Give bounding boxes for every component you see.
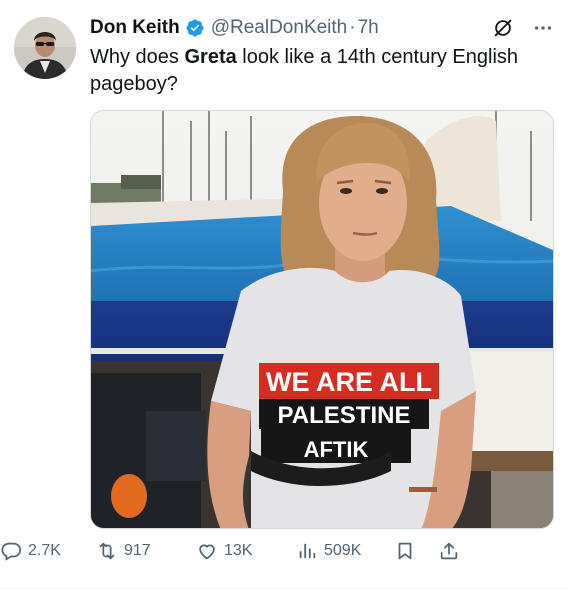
timestamp[interactable]: 7h [358, 17, 379, 39]
share-button[interactable] [438, 540, 460, 562]
tweet-header: Don Keith @RealDonKeith · 7h [90, 14, 554, 42]
shirt-text-line3: AFTIK [304, 437, 369, 462]
author-name[interactable]: Don Keith [90, 17, 180, 39]
retweet-button[interactable]: 917 [96, 540, 151, 562]
tweet-text: Why does Greta look like a 14th century … [90, 44, 560, 98]
bookmark-icon [398, 542, 412, 560]
reply-count: 2.7K [28, 542, 61, 559]
grok-icon[interactable] [492, 17, 514, 39]
views-icon [299, 543, 316, 559]
avatar[interactable] [14, 17, 76, 79]
author-handle[interactable]: @RealDonKeith [211, 17, 348, 39]
tweet-text-bold: Greta [184, 46, 237, 68]
views-button[interactable]: 509K [296, 540, 361, 562]
like-count: 13K [224, 542, 253, 559]
retweet-icon [99, 542, 115, 560]
reply-icon [1, 542, 22, 561]
like-icon [199, 544, 215, 560]
tweet-text-before: Why does [90, 46, 185, 68]
shirt-text-line2: PALESTINE [278, 402, 411, 429]
reply-button[interactable]: 2.7K [0, 540, 61, 562]
like-button[interactable]: 13K [196, 540, 252, 562]
tweet[interactable]: Don Keith @RealDonKeith · 7h Why does Gr… [0, 0, 568, 589]
verified-badge-icon [186, 19, 204, 37]
tweet-photo[interactable]: WE ARE ALL PALESTINE AFTIK [90, 110, 554, 529]
more-icon[interactable] [532, 17, 554, 39]
separator: · [349, 17, 356, 38]
bookmark-button[interactable] [394, 540, 416, 562]
retweet-count: 917 [124, 542, 151, 559]
views-count: 509K [324, 542, 362, 559]
share-icon [440, 542, 458, 560]
shirt-text-line1: WE ARE ALL [266, 367, 432, 397]
